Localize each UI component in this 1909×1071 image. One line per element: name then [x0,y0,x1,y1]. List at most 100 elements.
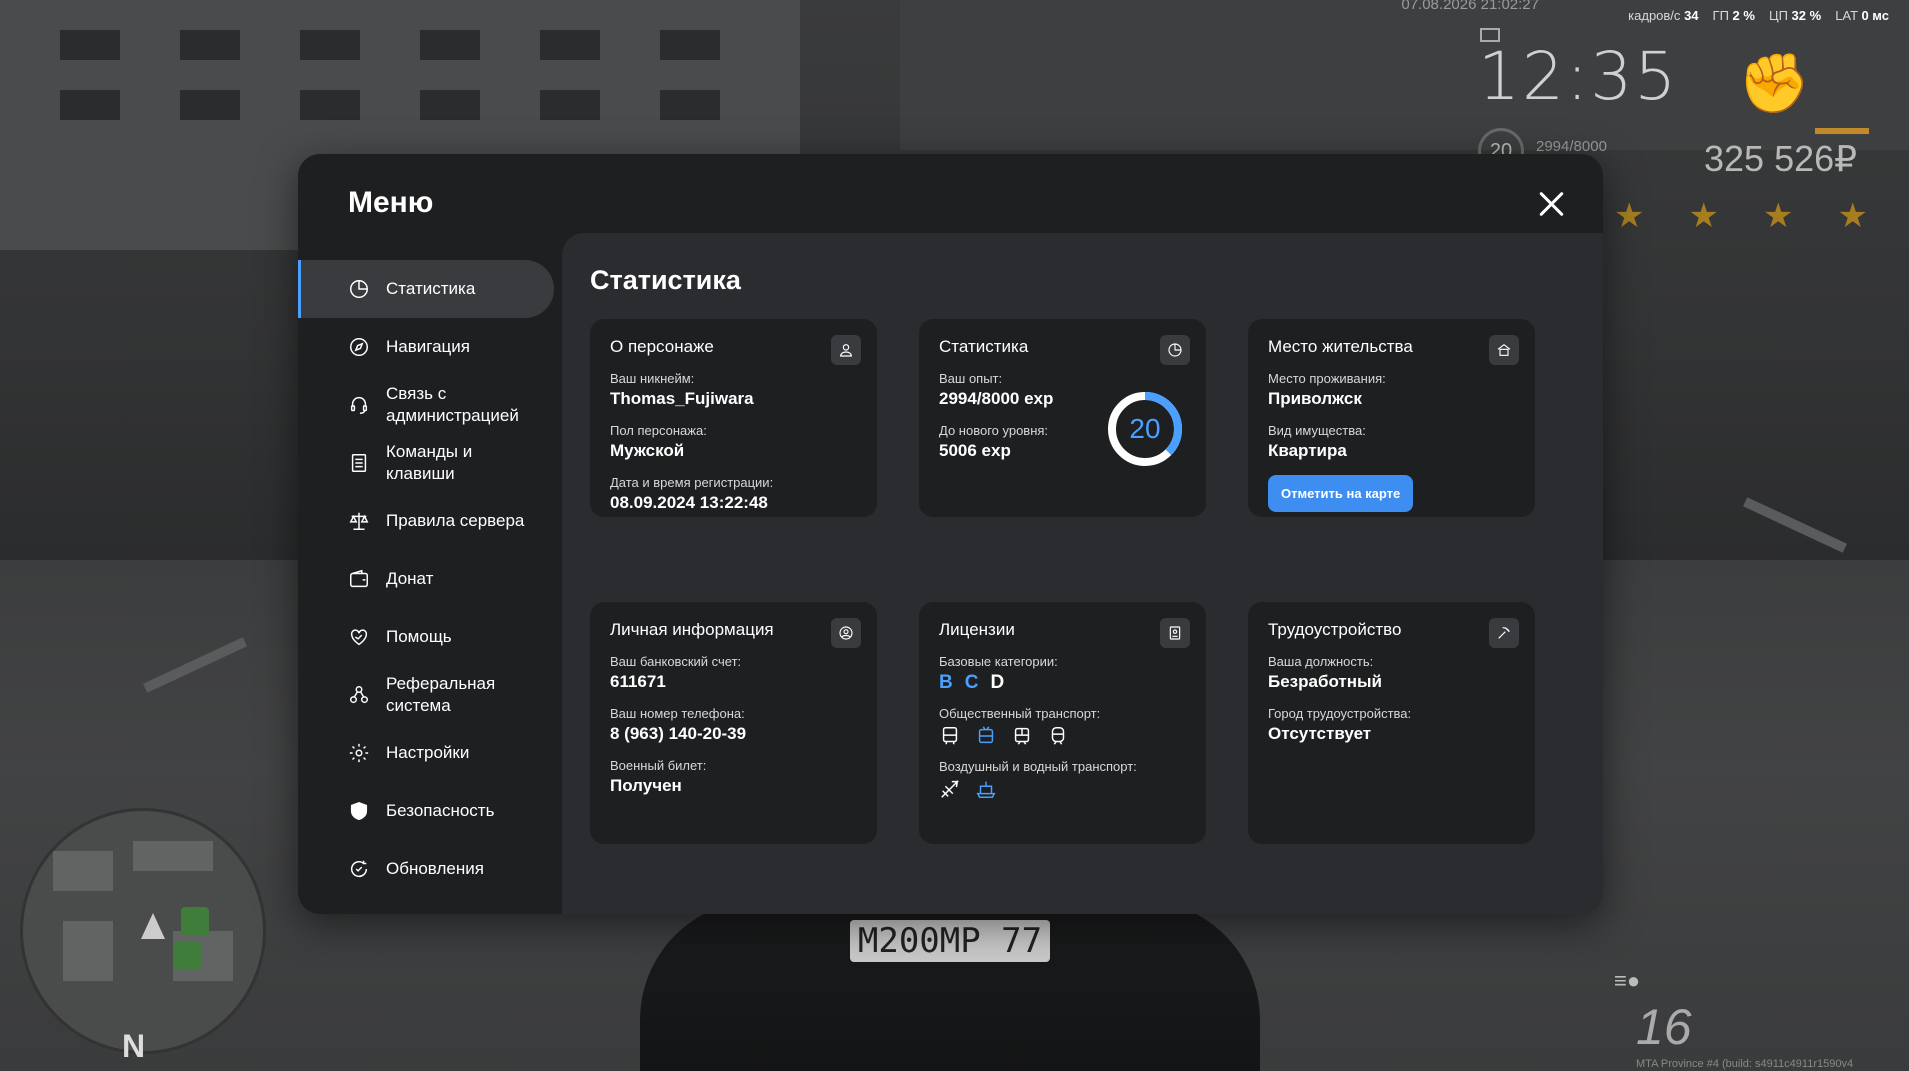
property-value: Квартира [1268,441,1347,460]
nav-item-rules[interactable]: Правила сервера [298,492,560,550]
fist-icon: ✊ [1738,51,1811,116]
public-transport-icons [939,725,1186,747]
shield-icon [348,800,370,822]
nav-label: Связь с администрацией [386,384,519,425]
nav-item-statistics[interactable]: Статистика [298,260,554,318]
house-marker-icon [181,907,209,935]
licenses-card: Лицензии Базовые категории: B C D Общест… [919,602,1206,844]
hud-performance-bar: кадров/с 34 ГП 2 % ЦП 32 % LAT 0 мс [1628,8,1889,23]
card-title: Лицензии [939,620,1015,639]
place-label: Место проживания: [1268,371,1386,386]
position-value: Безработный [1268,672,1382,691]
employment-card: Трудоустройство Ваша должность: Безработ… [1248,602,1535,844]
nav-label: Донат [386,569,434,588]
phone-value: 8 (963) 140-20-39 [610,724,747,743]
mark-on-map-button[interactable]: Отметить на карте [1268,475,1414,512]
hud-clock: 12:35 [1478,38,1679,115]
trolleybus-icon [975,725,997,747]
nav-item-updates[interactable]: Обновления [298,840,560,898]
document-icon [348,452,370,474]
star-icon: ★ [1614,197,1645,235]
menu-sidebar: Статистика Навигация Связь с администрац… [298,260,560,898]
scales-icon [348,510,370,532]
statistics-card: Статистика Ваш опыт: 2994/8000 exp До но… [919,319,1206,517]
player-arrow-icon [141,913,165,939]
nav-label: Помощь [386,627,452,646]
wallet-icon [348,568,370,590]
registration-label: Дата и время регистрации: [610,475,774,490]
card-title: Личная информация [610,620,774,639]
air-water-transport-icons [939,778,1186,800]
home-icon [1489,335,1519,365]
nav-label: Правила сервера [386,511,525,530]
license-plate: М200МР 77 [850,920,1050,962]
road-marking [1743,497,1847,553]
bank-label: Ваш банковский счет: [610,654,742,669]
personal-info-card: Личная информация Ваш банковский счет: 6… [590,602,877,844]
boat-icon [975,778,997,800]
nav-label: Обновления [386,859,484,878]
nav-item-navigation[interactable]: Навигация [298,318,560,376]
nav-item-help[interactable]: Помощь [298,608,560,666]
card-title: Место жительства [1268,337,1413,356]
heart-hand-icon [348,626,370,648]
public-transport-label: Общественный транспорт: [939,706,1101,721]
gender-value: Мужской [610,441,685,460]
card-title: Трудоустройство [1268,620,1402,639]
star-icon: ★ [1837,197,1868,235]
license-category-b: B [939,672,953,693]
pie-chart-icon [348,278,370,300]
close-button[interactable] [1534,186,1570,222]
military-value: Получен [610,776,682,795]
nav-item-admin-contact[interactable]: Связь с администрацией [298,376,560,434]
latency-readout: LAT 0 мс [1835,8,1889,23]
phone-label: Ваш номер телефона: [610,706,745,721]
nav-item-settings[interactable]: Настройки [298,724,560,782]
nav-item-referral[interactable]: Реферальная система [298,666,560,724]
hud-money: 325 526₽ [1704,138,1858,179]
work-city-label: Город трудоустройства: [1268,706,1412,721]
nav-item-commands[interactable]: Команды и клавиши [298,434,560,492]
gpu-readout: ГП 2 % [1712,8,1755,23]
pie-chart-icon [1160,335,1190,365]
nav-label: Реферальная система [386,674,496,715]
users-icon [348,684,370,706]
house-marker-icon [173,941,201,969]
nav-label: Команды и клавиши [386,442,473,483]
card-title: Статистика [939,337,1029,356]
star-icon: ★ [1688,197,1719,235]
air-water-transport-label: Воздушный и водный транспорт: [939,759,1137,774]
pickaxe-icon [1489,618,1519,648]
menu-title: Меню [348,186,434,219]
level-number: 20 [1129,413,1161,444]
star-icon: ★ [1762,197,1794,235]
headlight-icon: ≡● [1614,968,1641,993]
place-value: Приволжск [1268,389,1362,408]
headset-icon [348,394,370,416]
content-title: Статистика [590,265,741,295]
nav-label: Настройки [386,743,470,762]
compass-icon [348,336,370,358]
base-categories-label: Базовые категории: [939,654,1058,669]
hud-health-bar [1815,128,1869,134]
registration-value: 08.09.2024 13:22:48 [610,493,768,512]
bus-icon [939,725,961,747]
nav-item-donate[interactable]: Донат [298,550,560,608]
fps-readout: кадров/с 34 [1628,8,1699,23]
work-city-value: Отсутствует [1268,724,1372,743]
compass-north: N [122,1028,146,1064]
nav-item-security[interactable]: Безопасность [298,782,560,840]
build-info: MTA Province #4 (build: s4911c4911r1590v… [1636,1058,1854,1070]
nickname-label: Ваш никнейм: [610,371,695,386]
hud-date: 07.08.2026 21:02:27 [1401,0,1539,13]
gender-label: Пол персонажа: [610,423,707,438]
tram-icon [1011,725,1033,747]
license-category-d: D [990,672,1005,693]
nav-label: Безопасность [386,801,495,820]
license-categories: B C D [939,672,1186,694]
user-circle-icon [831,618,861,648]
character-card: О персонаже Ваш никнейм: Thomas_Fujiwara… [590,319,877,517]
nav-label: Навигация [386,337,470,356]
cpu-readout: ЦП 32 % [1768,8,1822,23]
airplane-icon [939,778,961,800]
